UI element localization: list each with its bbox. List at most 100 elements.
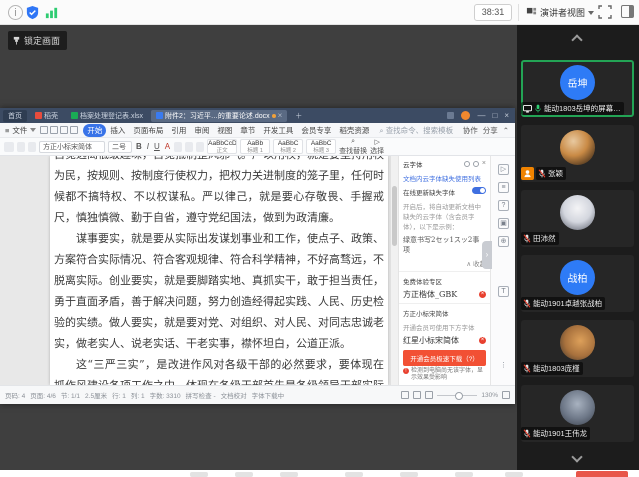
free-font-row[interactable]: 方正楷体_GBK × (399, 288, 490, 301)
font-size-select[interactable]: 二号 (108, 141, 132, 153)
redo-icon[interactable] (70, 126, 78, 134)
style-normal[interactable]: AaBbCcDd 正文 (207, 139, 237, 154)
select-tool-button[interactable]: ▷选择 (370, 138, 384, 156)
participant-tile[interactable]: 田沛然 (521, 190, 634, 247)
ribbon-tab-page-layout[interactable]: 页面布局 (129, 124, 167, 137)
zoom-level[interactable]: 130% (481, 392, 498, 399)
participant-tile[interactable]: 战柏 能动1901卓越张战柏 (521, 255, 634, 312)
select-pointer-icon[interactable]: ▷ (498, 164, 509, 175)
print-icon[interactable] (50, 126, 58, 134)
print-layout-view-icon[interactable] (401, 391, 409, 399)
line-spacing-button[interactable] (196, 142, 204, 152)
ribbon-tab-section[interactable]: 章节 (236, 124, 259, 137)
vip-font-row[interactable]: 红星小标宋简体 × (399, 334, 490, 347)
panel-feedback-icon[interactable] (464, 161, 470, 167)
image-pane-icon[interactable]: ▣ (498, 218, 509, 229)
font-color-button[interactable]: A (164, 142, 171, 151)
outline-pane-icon[interactable]: ≡ (498, 182, 509, 193)
text-tool-icon[interactable]: T (498, 286, 509, 297)
paste-button[interactable] (4, 142, 14, 152)
panel-close-icon[interactable]: × (482, 161, 486, 167)
participant-tile[interactable]: 岳坤 能动1803岳坤的屏幕… (521, 60, 634, 117)
document-scrollbar[interactable] (390, 156, 398, 385)
style-heading3[interactable]: AaBbC 标题 3 (306, 139, 336, 154)
auto-update-toggle[interactable] (472, 187, 486, 194)
ribbon-tab-home[interactable]: 开始 (83, 124, 106, 137)
format-painter-button[interactable] (28, 142, 36, 152)
ribbon-tab-view[interactable]: 视图 (213, 124, 236, 137)
bold-button[interactable]: B (135, 142, 143, 151)
help-pane-icon[interactable]: ? (498, 200, 509, 211)
undo-icon[interactable] (60, 126, 68, 134)
hamburger-icon[interactable]: ≡ (5, 126, 9, 135)
toolbar-button-sliver[interactable] (400, 472, 418, 477)
end-meeting-button-sliver[interactable] (576, 471, 628, 477)
cut-button[interactable] (17, 142, 25, 152)
ribbon-tab-developer[interactable]: 开发工具 (259, 124, 297, 137)
vip-download-button[interactable]: 开通会员极速下载（?） (403, 350, 486, 366)
tab-close-icon[interactable]: × (278, 111, 283, 120)
participant-tile[interactable]: 张颖 (521, 125, 634, 182)
missing-fonts-link[interactable]: 文档内云字体缺失使用列表 (399, 171, 490, 185)
toolbar-button-sliver[interactable] (505, 472, 523, 477)
participant-tile[interactable]: 能动1901王伟龙 (521, 385, 634, 442)
view-mode-dropdown[interactable]: 演讲者视图 (526, 4, 594, 21)
scrollbar-thumb[interactable] (392, 186, 397, 246)
command-search-box[interactable]: ⌕ 查找命令、搜索模板 (379, 125, 453, 136)
find-replace-button[interactable]: ⌕查找替换 (339, 138, 367, 156)
window-minimize-button[interactable]: — (477, 111, 485, 120)
wps-docer-tab[interactable]: 稻壳 (30, 110, 63, 122)
document-page[interactable]: 自觉远离低级趣味，自觉抵制歪风邪气。严以用权，就是要坚持用权为民，按规则、按制度… (50, 156, 388, 385)
save-icon[interactable] (40, 126, 48, 134)
ribbon-tab-review[interactable]: 审阅 (190, 124, 213, 137)
toolbar-button-sliver[interactable] (235, 472, 253, 477)
align-left-button[interactable] (174, 142, 182, 152)
scroll-up-chevron[interactable] (572, 33, 584, 45)
underline-button[interactable]: U (153, 142, 161, 151)
panel-settings-icon[interactable] (473, 161, 479, 167)
security-shield-icon[interactable] (25, 5, 40, 20)
status-proofread[interactable]: 文档校对 (221, 390, 247, 400)
collaborate-button[interactable]: 协作 (463, 125, 478, 136)
align-center-button[interactable] (185, 142, 193, 152)
collapse-ribbon-icon[interactable]: ⌃ (503, 126, 509, 135)
web-layout-view-icon[interactable] (413, 391, 421, 399)
layout-switch-icon[interactable] (447, 112, 454, 119)
window-close-button[interactable]: × (504, 111, 509, 120)
expand-pane-tab[interactable]: › (482, 241, 492, 269)
status-spellcheck[interactable]: 拼写检查 - (186, 390, 216, 400)
style-heading1[interactable]: AaBb 标题 1 (240, 139, 270, 154)
toolbar-button-sliver[interactable] (455, 472, 473, 477)
fit-page-icon[interactable] (502, 391, 510, 399)
fullscreen-button[interactable] (598, 5, 612, 19)
network-signal-icon[interactable] (44, 5, 59, 20)
wps-doc-tab[interactable]: 附件2：习近平…的重要论述.docx × (151, 110, 287, 122)
italic-button[interactable]: I (146, 142, 150, 151)
wps-home-tab[interactable]: 首页 (3, 110, 27, 122)
share-button[interactable]: 分享 (483, 125, 498, 136)
participant-tile[interactable]: 能动1803庞槿 (521, 320, 634, 377)
toolbar-button-sliver[interactable] (190, 472, 208, 477)
window-restore-button[interactable]: □ (492, 111, 497, 120)
toggle-sidebar-button[interactable] (621, 5, 634, 18)
ribbon-tab-references[interactable]: 引用 (167, 124, 190, 137)
ribbon-tab-insert[interactable]: 插入 (106, 124, 129, 137)
ribbon-tab-vip[interactable]: 会员专享 (297, 124, 335, 137)
wps-account-avatar[interactable] (461, 111, 470, 120)
ribbon-tab-docer-res[interactable]: 稻壳资源 (335, 124, 373, 137)
zoom-slider[interactable] (437, 395, 477, 396)
font-name-select[interactable]: 方正小标宋简体 (39, 141, 105, 153)
new-tab-button[interactable]: ＋ (290, 110, 307, 122)
outline-view-icon[interactable] (425, 391, 433, 399)
translate-pane-icon[interactable]: ⊕ (498, 236, 509, 247)
scroll-down-chevron[interactable] (572, 453, 584, 465)
file-menu[interactable]: 文件 (12, 125, 27, 136)
toolbar-button-sliver[interactable] (345, 472, 363, 477)
status-wordcount[interactable]: 字数: 3310 (150, 390, 181, 400)
more-tools-icon[interactable]: ⋮ (498, 361, 509, 372)
lock-screen-button[interactable]: 锁定画面 (8, 31, 67, 50)
collapse-link[interactable]: ∧ 收起 (399, 257, 490, 269)
style-heading2[interactable]: AaBbC 标题 2 (273, 139, 303, 154)
toolbar-button-sliver[interactable] (280, 472, 298, 477)
meeting-info-icon[interactable]: i (8, 5, 23, 20)
